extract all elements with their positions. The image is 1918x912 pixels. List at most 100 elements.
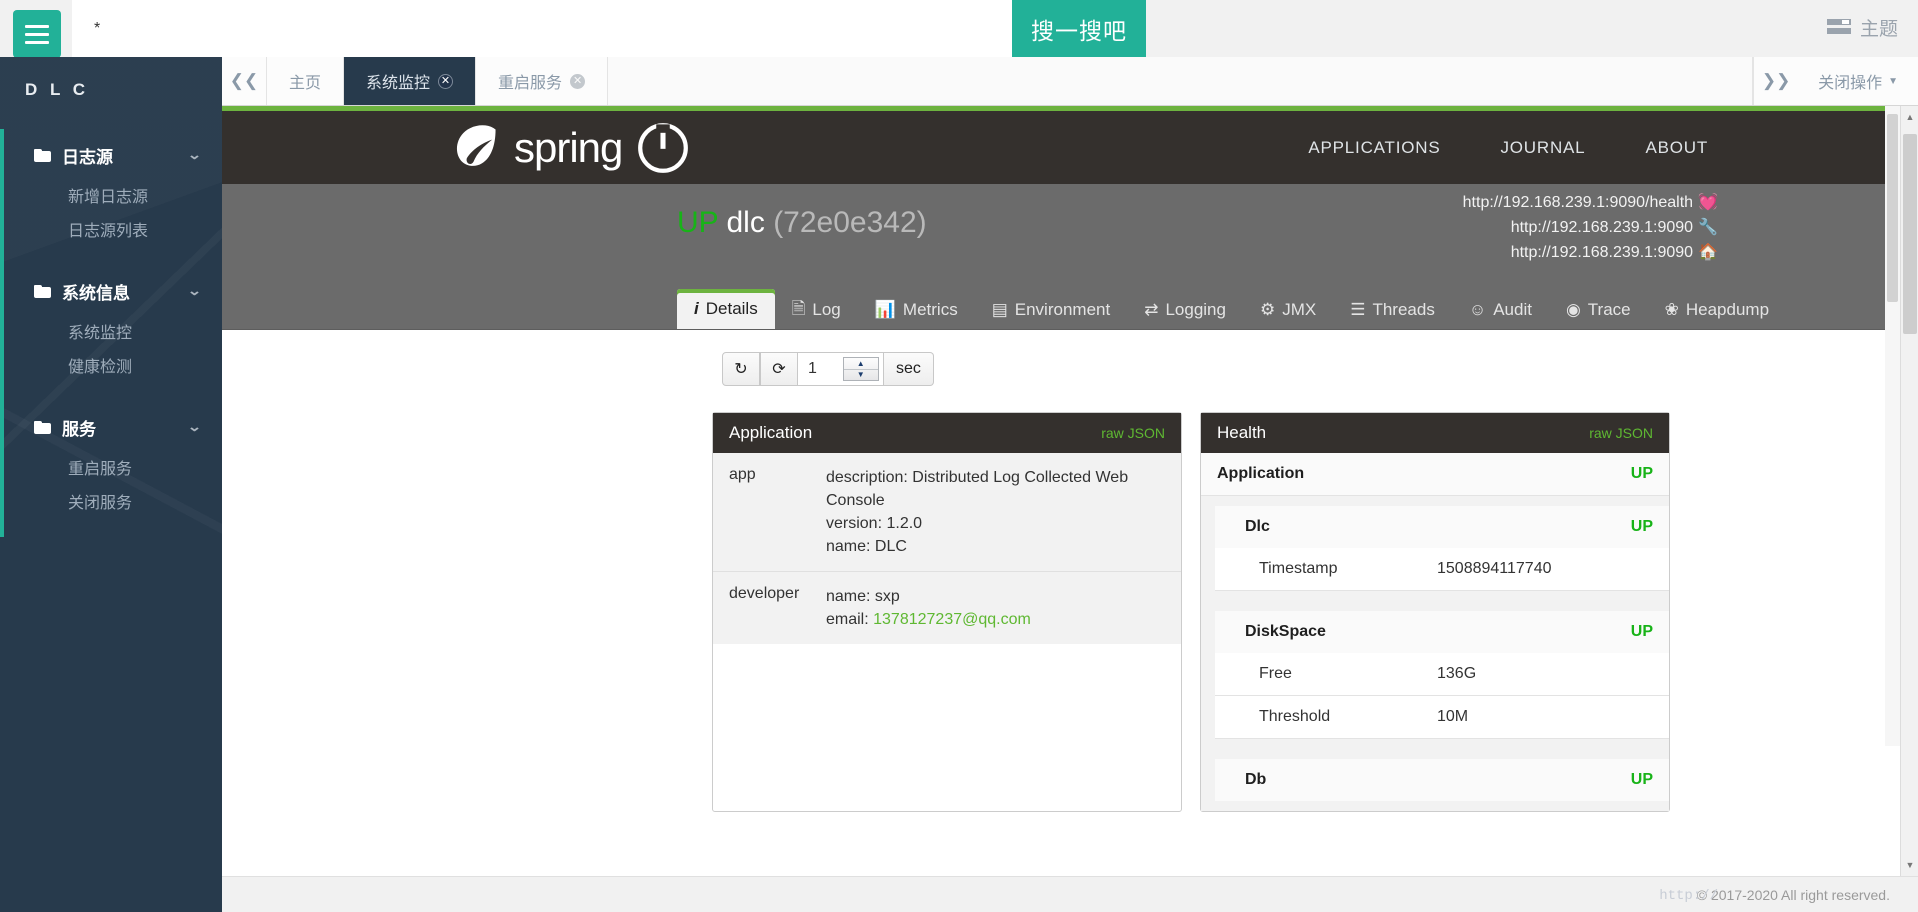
quantity-stepper[interactable]: ▲ ▼: [842, 357, 879, 381]
developer-name: name: sxp: [826, 588, 900, 605]
tab-jmx[interactable]: ⚙ JMX: [1243, 291, 1333, 329]
sidebar-item-log-source-list[interactable]: 日志源列表: [0, 215, 222, 249]
raw-json-link[interactable]: raw JSON: [1101, 425, 1165, 441]
health-url: http://192.168.239.1:9090/health: [1462, 194, 1694, 211]
tab-audit[interactable]: ☺ Audit: [1452, 291, 1549, 329]
tab-system-monitor[interactable]: 系统监控 ✕: [344, 57, 477, 105]
service-url: http://192.168.239.1:9090: [1510, 244, 1694, 261]
sidebar-group-service: 服务 ⌄ 重启服务 关闭服务: [0, 401, 222, 537]
health-detail-value: 1508894117740: [1437, 560, 1552, 577]
scroll-up-icon[interactable]: ▲: [1901, 108, 1918, 126]
cubes-icon: ❀: [1664, 300, 1679, 319]
tab-logging[interactable]: ⇄ Logging: [1127, 291, 1243, 329]
raw-json-link[interactable]: raw JSON: [1589, 425, 1653, 441]
stepper-up-icon[interactable]: ▲: [843, 358, 878, 370]
health-detail-row: Timestamp 1508894117740: [1215, 548, 1669, 591]
row-key: developer: [729, 585, 800, 602]
eye-icon: ◉: [1565, 300, 1581, 319]
tab-environment[interactable]: ▤ Environment: [975, 291, 1128, 329]
content-scrollbar-thumb[interactable]: [1887, 114, 1898, 302]
sidebar-item-health-check[interactable]: 健康检测: [0, 351, 222, 385]
health-section-header[interactable]: DiskSpace UP: [1215, 611, 1669, 653]
sidebar-group-label: 系统信息: [62, 283, 130, 303]
tab-label: Environment: [1014, 300, 1111, 319]
status-badge: UP: [1630, 771, 1653, 788]
tab-label: JMX: [1282, 300, 1317, 319]
table-row: developer name: sxp email: 1378127237@qq…: [713, 572, 1181, 644]
double-chevron-left-icon[interactable]: ❮❮: [222, 57, 267, 105]
health-section-label: Dlc: [1245, 518, 1270, 535]
service-url-row[interactable]: http://192.168.239.1:9090 🏠: [1463, 240, 1718, 265]
nav-journal[interactable]: JOURNAL: [1500, 138, 1585, 158]
close-operations-menu[interactable]: 关闭操作 ▼: [1798, 57, 1918, 105]
health-section-label: DiskSpace: [1245, 623, 1326, 640]
health-detail-row: Free 136G: [1215, 653, 1669, 696]
theme-button[interactable]: 主题: [1821, 9, 1904, 45]
developer-email-prefix: email:: [826, 611, 874, 628]
management-url-row[interactable]: http://192.168.239.1:9090 🔧: [1463, 215, 1718, 240]
stepper-down-icon[interactable]: ▼: [844, 370, 879, 381]
app-name: name: DLC: [826, 538, 907, 555]
tab-log[interactable]: 🗎 Log: [775, 291, 858, 329]
health-root-label: Application: [1217, 465, 1305, 482]
file-icon: 🗎: [791, 298, 806, 318]
scroll-down-icon[interactable]: ▼: [1901, 856, 1918, 874]
sidebar-group-header-service[interactable]: 服务 ⌄: [0, 401, 222, 453]
tab-restart-service[interactable]: 重启服务 ✕: [476, 57, 609, 105]
tab-threads[interactable]: ☰ Threads: [1333, 291, 1452, 329]
sidebar-item-add-log-source[interactable]: 新增日志源: [0, 181, 222, 215]
refresh-interval-input[interactable]: 1 ▲ ▼: [798, 352, 884, 386]
health-detail-label: Free: [1259, 665, 1292, 682]
page-scrollbar[interactable]: ▲ ▼: [1900, 106, 1918, 876]
sidebar-item-system-monitor[interactable]: 系统监控: [0, 317, 222, 351]
close-icon[interactable]: ✕: [570, 73, 586, 89]
sidebar-item-restart-service[interactable]: 重启服务: [0, 453, 222, 487]
search-input[interactable]: [72, 0, 1012, 57]
tab-metrics[interactable]: 📊 Metrics: [858, 291, 975, 329]
health-url-row[interactable]: http://192.168.239.1:9090/health 💓: [1463, 190, 1718, 215]
tab-heapdump[interactable]: ❀ Heapdump: [1648, 291, 1786, 329]
application-name: dlc: [726, 206, 765, 239]
sidebar-item-shutdown-service[interactable]: 关闭服务: [0, 487, 222, 521]
info-icon: i: [694, 299, 699, 318]
health-section-header[interactable]: Db UP: [1215, 759, 1669, 801]
theme-list-icon: [1826, 19, 1851, 35]
caret-down-icon: ▼: [1888, 75, 1898, 87]
tab-trace[interactable]: ◉ Trace: [1549, 291, 1648, 329]
page-scrollbar-thumb[interactable]: [1903, 134, 1917, 334]
tab-label: Trace: [1587, 300, 1631, 319]
refresh-icon[interactable]: ↻: [722, 352, 760, 386]
health-section-diskspace: DiskSpace UP Free 136G Threshold 10M: [1201, 601, 1669, 749]
sidebar-group-header-log-source[interactable]: 日志源 ⌄: [0, 129, 222, 181]
hamburger-icon[interactable]: [13, 10, 61, 58]
health-detail-row: Threshold 10M: [1215, 696, 1669, 739]
tab-label: Details: [705, 299, 758, 318]
bar-chart-icon: 📊: [874, 300, 896, 319]
status-badge: UP: [677, 206, 719, 239]
sliders-icon: ⇄: [1144, 300, 1159, 319]
tab-details[interactable]: i Details: [677, 289, 775, 329]
sidebar-group-header-system-info[interactable]: 系统信息 ⌄: [0, 265, 222, 317]
tab-label: Log: [812, 300, 841, 319]
health-section-header[interactable]: Dlc UP: [1215, 506, 1669, 548]
tab-home[interactable]: 主页: [267, 57, 345, 105]
close-operations-label: 关闭操作: [1818, 75, 1883, 92]
double-chevron-right-icon[interactable]: ❯❯: [1753, 57, 1799, 105]
tab-spacer: [608, 57, 1754, 105]
sidebar-sublist-system-info: 系统监控 健康检测: [0, 317, 222, 401]
close-icon[interactable]: ✕: [438, 73, 454, 89]
health-section-label: Db: [1245, 771, 1267, 788]
health-root-row[interactable]: Application UP: [1201, 453, 1669, 496]
nav-applications[interactable]: APPLICATIONS: [1308, 138, 1440, 158]
content-scrollbar[interactable]: [1885, 106, 1900, 746]
nav-about[interactable]: ABOUT: [1645, 138, 1708, 158]
folder-icon: [34, 420, 51, 434]
search-button[interactable]: 搜一搜吧: [1012, 0, 1146, 57]
sidebar-group-log-source: 日志源 ⌄ 新增日志源 日志源列表: [0, 129, 222, 265]
spring-logo[interactable]: spring: [450, 121, 690, 175]
tab-label: Logging: [1165, 300, 1226, 319]
wrench-icon: 🔧: [1698, 219, 1718, 236]
developer-email-link[interactable]: 1378127237@qq.com: [873, 611, 1031, 628]
auto-refresh-icon[interactable]: ⟳: [760, 352, 798, 386]
interval-unit-label: sec: [884, 352, 934, 386]
